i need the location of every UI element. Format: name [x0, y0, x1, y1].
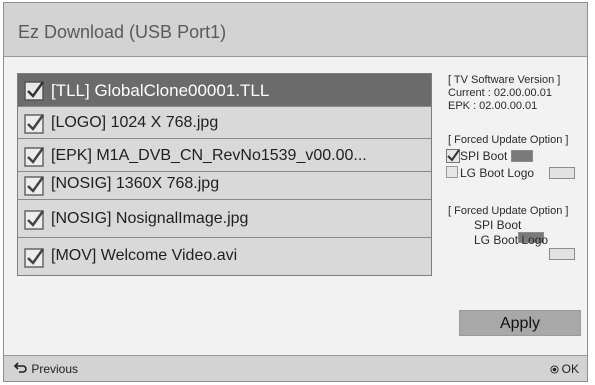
- back-arrow-icon: [14, 362, 27, 373]
- checkbox-checked-icon[interactable]: [24, 147, 44, 167]
- file-label: [TLL] GlobalClone00001.TLL: [51, 81, 270, 100]
- file-label: [LOGO] 1024 X 768.jpg: [51, 114, 219, 131]
- file-label: [EPK] M1A_DVB_CN_RevNo1539_v00.00...: [51, 147, 367, 164]
- lg-boot-logo-checkbox[interactable]: [446, 166, 458, 178]
- footer-bar: Previous OK: [4, 355, 587, 381]
- ok-label: OK: [561, 362, 579, 376]
- epk-version: EPK : 02.00.00.01: [448, 100, 538, 112]
- file-label: [NOSIG] 1360X 768.jpg: [51, 175, 220, 192]
- title-bar: Ez Download (USB Port1): [4, 3, 587, 57]
- checkbox-checked-icon[interactable]: [24, 210, 44, 230]
- checkbox-checked-icon[interactable]: [24, 248, 44, 268]
- file-row-mov[interactable]: [MOV] Welcome Video.avi: [18, 238, 431, 275]
- previous-label: Previous: [31, 362, 79, 376]
- version-header: [ TV Software Version ]: [448, 74, 561, 86]
- lg-boot-logo-swatch-2: [549, 248, 575, 260]
- checkbox-checked-icon[interactable]: [24, 176, 44, 196]
- file-row-nosig-1360[interactable]: [NOSIG] 1360X 768.jpg: [18, 172, 431, 200]
- lg-boot-logo-label-2: LG Boot Logo: [474, 233, 549, 247]
- file-label: [NOSIG] NosignalImage.jpg: [51, 210, 249, 227]
- checkbox-checked-icon[interactable]: [24, 81, 44, 101]
- spi-boot-label-2: SPI Boot: [474, 218, 522, 232]
- current-version: Current : 02.00.00.01: [448, 87, 552, 99]
- file-row-logo[interactable]: [LOGO] 1024 X 768.jpg: [18, 107, 431, 139]
- dialog-title: Ez Download (USB Port1): [18, 22, 227, 42]
- lg-boot-logo-swatch-1: [549, 167, 575, 179]
- spi-boot-swatch-1: [511, 150, 533, 162]
- ez-download-dialog: Ez Download (USB Port1) [TLL] GlobalClon…: [3, 2, 588, 382]
- lg-boot-logo-label-1: LG Boot Logo: [460, 166, 535, 180]
- file-row-epk[interactable]: [EPK] M1A_DVB_CN_RevNo1539_v00.00...: [18, 139, 431, 172]
- checkbox-checked-icon[interactable]: [24, 114, 44, 134]
- ok-dot-icon: [550, 365, 559, 374]
- forced-update-header-1: [ Forced Update Option ]: [448, 134, 569, 146]
- file-row-tll[interactable]: [TLL] GlobalClone00001.TLL: [18, 74, 431, 107]
- ok-button[interactable]: OK: [550, 362, 579, 376]
- apply-button[interactable]: Apply: [459, 310, 581, 336]
- spi-boot-checkbox-icon[interactable]: [446, 149, 460, 163]
- file-list: [TLL] GlobalClone00001.TLL [LOGO] 1024 X…: [17, 73, 432, 276]
- previous-button[interactable]: Previous: [14, 362, 78, 376]
- file-row-nosig-image[interactable]: [NOSIG] NosignalImage.jpg: [18, 200, 431, 238]
- forced-update-header-2: [ Forced Update Option ]: [448, 205, 569, 217]
- spi-boot-label-1: SPI Boot: [460, 149, 508, 163]
- file-label: [MOV] Welcome Video.avi: [51, 247, 238, 264]
